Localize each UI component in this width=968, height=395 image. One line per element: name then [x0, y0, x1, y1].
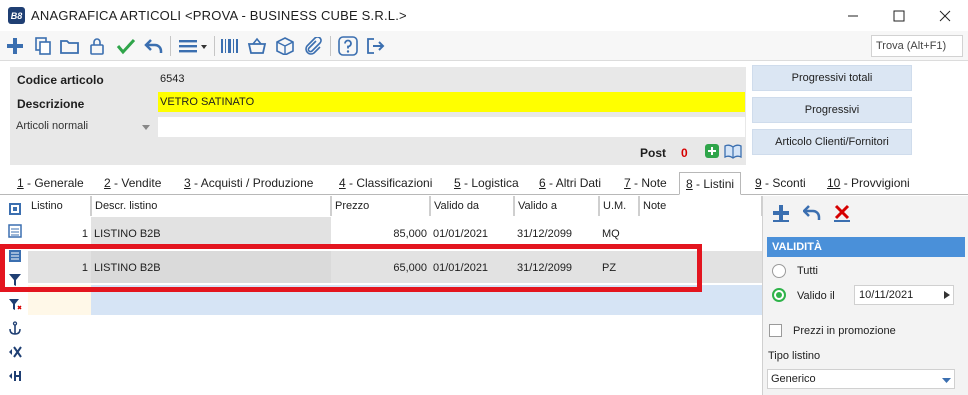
radio-tutti[interactable]: [772, 264, 786, 278]
expand-column-icon[interactable]: [8, 369, 22, 383]
confirm-check-icon[interactable]: [116, 36, 136, 56]
grid-header: Listino Descr. listino Prezzo Valido da …: [28, 196, 762, 216]
tab-classificazioni[interactable]: 4 - Classificazioni: [339, 176, 432, 190]
minimize-icon: [848, 15, 858, 16]
column-header-listino[interactable]: Listino: [28, 196, 91, 216]
validity-header: VALIDITÀ: [767, 237, 965, 257]
open-book-icon[interactable]: [724, 143, 742, 159]
tab-logistica[interactable]: 5 - Logistica: [454, 176, 519, 190]
add-icon[interactable]: [5, 36, 25, 56]
exit-icon[interactable]: [366, 36, 386, 56]
validity-panel: VALIDITÀ Tutti Valido il 10/11/2021 Prez…: [762, 196, 968, 395]
close-icon: [939, 10, 951, 21]
tab-altri-dati[interactable]: 6 - Altri Dati: [539, 176, 601, 190]
tab-listini[interactable]: 8 - Listini: [679, 172, 742, 195]
post-label: Post: [640, 146, 667, 160]
description-label: Descrizione: [17, 97, 85, 111]
column-header-note[interactable]: Note: [639, 196, 762, 216]
tab-generale[interactable]: 1 - Generale: [17, 176, 84, 190]
column-header-um[interactable]: U.M.: [599, 196, 639, 216]
add-post-icon[interactable]: [705, 144, 719, 158]
chevron-down-icon: [942, 378, 951, 383]
header-panel: [10, 67, 746, 165]
date-picker-arrow[interactable]: [939, 285, 954, 305]
attachment-icon[interactable]: [303, 36, 323, 56]
chevron-right-icon: [943, 291, 950, 299]
list-type-label: Tipo listino: [768, 350, 821, 362]
clienti-fornitori-button[interactable]: Articolo Clienti/Fornitori: [752, 129, 912, 155]
article-type-value: Articoli normali: [16, 120, 89, 132]
record-detail-icon[interactable]: [8, 202, 22, 216]
code-value[interactable]: 6543: [160, 73, 184, 85]
find-button[interactable]: Trova (Alt+F1): [871, 35, 963, 57]
tab-acquisti-produzione[interactable]: 3 - Acquisti / Produzione: [184, 176, 313, 190]
description-field[interactable]: VETRO SATINATO: [158, 92, 745, 112]
radio-valido-il[interactable]: [772, 288, 786, 302]
tab-sconti[interactable]: 9 - Sconti: [755, 176, 806, 190]
toolbar: [0, 31, 968, 61]
article-type-detail-field[interactable]: [158, 117, 745, 137]
undo-icon[interactable]: [144, 36, 164, 56]
column-header-valido-da[interactable]: Valido da: [430, 196, 514, 216]
radio-valido-il-label: Valido il: [797, 290, 835, 302]
grid-tools-rail: [0, 196, 28, 395]
toolbar-separator: [170, 36, 171, 56]
progressivi-totali-button[interactable]: Progressivi totali: [752, 65, 912, 91]
tab-note[interactable]: 7 - Note: [624, 176, 667, 190]
tab-vendite[interactable]: 2 - Vendite: [104, 176, 161, 190]
barcode-icon[interactable]: [220, 36, 240, 56]
maximize-icon: [893, 10, 905, 21]
tab-provvigioni[interactable]: 10 - Provvigioni: [827, 176, 910, 190]
column-header-valido-a[interactable]: Valido a: [514, 196, 599, 216]
app-logo: B8: [8, 7, 25, 24]
delete-price-icon[interactable]: [833, 204, 851, 222]
minimize-button[interactable]: [830, 0, 876, 31]
anchor-icon[interactable]: [8, 321, 22, 335]
chevron-down-icon: [142, 125, 150, 130]
highlight-annotation: [0, 244, 702, 292]
column-header-prezzo[interactable]: Prezzo: [331, 196, 430, 216]
post-count: 0: [681, 146, 688, 160]
article-type-select[interactable]: Articoli normali: [10, 117, 156, 137]
promo-checkbox[interactable]: [769, 324, 782, 337]
filter-clear-icon[interactable]: [8, 298, 22, 312]
add-price-icon[interactable]: [772, 204, 790, 222]
open-folder-icon[interactable]: [60, 36, 80, 56]
tab-bar: 1 - Generale 2 - Vendite 3 - Acquisti / …: [0, 172, 968, 195]
menu-dropdown-icon[interactable]: [178, 36, 208, 56]
toolbar-separator: [214, 36, 215, 56]
radio-tutti-label: Tutti: [797, 265, 818, 277]
code-label: Codice articolo: [17, 73, 104, 87]
basket-icon[interactable]: [247, 36, 267, 56]
remove-column-icon[interactable]: [8, 345, 22, 359]
column-header-descr[interactable]: Descr. listino: [91, 196, 331, 216]
undo-price-icon[interactable]: [803, 204, 821, 222]
copy-icon[interactable]: [33, 36, 53, 56]
row-list-icon[interactable]: [8, 224, 22, 238]
window-title: ANAGRAFICA ARTICOLI <PROVA - BUSINESS CU…: [31, 8, 407, 23]
lock-icon[interactable]: [87, 36, 107, 56]
toolbar-separator: [330, 36, 331, 56]
price-list-grid: Listino Descr. listino Prezzo Valido da …: [28, 196, 762, 395]
package-icon[interactable]: [275, 36, 295, 56]
close-button[interactable]: [922, 0, 968, 31]
maximize-button[interactable]: [876, 0, 922, 31]
list-type-value: Generico: [771, 373, 816, 385]
promo-label: Prezzi in promozione: [793, 325, 896, 337]
list-type-select[interactable]: Generico: [767, 369, 955, 389]
help-icon[interactable]: [338, 36, 358, 56]
progressivi-button[interactable]: Progressivi: [752, 97, 912, 123]
title-bar: B8 ANAGRAFICA ARTICOLI <PROVA - BUSINESS…: [0, 0, 968, 31]
